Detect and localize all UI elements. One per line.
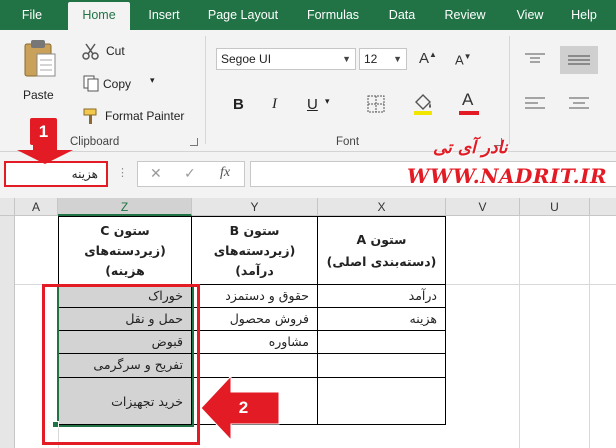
header-y-line2: (زیردسته‌های [213, 243, 296, 258]
increase-font-size-icon[interactable]: A▲ [419, 50, 437, 67]
font-size-dropdown[interactable]: 12 ▼ [359, 48, 407, 70]
align-left-icon[interactable] [524, 96, 546, 112]
borders-icon[interactable] [366, 94, 386, 114]
column-header-z[interactable]: Z [58, 198, 192, 216]
cancel-icon[interactable]: ✕ [150, 165, 162, 182]
column-header-next[interactable] [590, 198, 616, 216]
cell-x-1[interactable]: درآمد [318, 285, 446, 308]
watermark-fa: نادر آی تی [433, 138, 508, 158]
header-cell-x[interactable]: ستون A (دسته‌بندی اصلی) [318, 216, 446, 285]
tab-page-layout[interactable]: Page Layout [203, 0, 283, 30]
gridline [519, 216, 520, 448]
header-x-line1: ستون A [356, 232, 407, 247]
format-painter-button[interactable]: Format Painter [105, 109, 184, 123]
chevron-down-icon: ▼ [342, 54, 351, 64]
bold-button[interactable]: B [233, 96, 244, 113]
clipboard-group-label: Clipboard [70, 136, 120, 148]
header-y-line1: ستون B [229, 223, 280, 238]
copy-button[interactable]: Copy [103, 77, 131, 91]
annotation-arrow-down-icon [17, 142, 73, 164]
cell-x-4[interactable] [318, 354, 446, 378]
tab-home[interactable]: Home [68, 2, 130, 30]
font-color-button[interactable]: A [459, 90, 479, 116]
column-header-v[interactable]: V [446, 198, 520, 216]
tab-help[interactable]: Help [566, 0, 602, 30]
row-header-strip [0, 216, 15, 448]
underline-dropdown-icon[interactable]: ▾ [325, 96, 330, 107]
header-z-line1: ستون C [100, 223, 150, 238]
font-group-label: Font [336, 136, 360, 148]
paste-icon [24, 40, 56, 77]
column-header-a[interactable]: A [15, 198, 58, 216]
fill-color-icon[interactable] [412, 92, 434, 116]
check-icon[interactable]: ✓ [184, 165, 196, 182]
align-middle-icon [568, 55, 590, 65]
tab-review[interactable]: Review [440, 0, 490, 30]
name-box[interactable]: هزینه [4, 161, 108, 187]
font-name-value: Segoe UI [221, 52, 272, 66]
font-size-value: 12 [364, 52, 378, 66]
clipboard-launcher-icon[interactable] [190, 138, 198, 146]
copy-icon [83, 75, 99, 92]
header-x-line2: (دسته‌بندی اصلی) [326, 254, 437, 269]
tab-view[interactable]: View [510, 0, 550, 30]
gridline [589, 216, 590, 448]
select-all-corner[interactable] [0, 198, 15, 216]
copy-dropdown-icon[interactable]: ▾ [150, 75, 155, 86]
ribbon-tab-bar: File Home Insert Page Layout Formulas Da… [0, 0, 616, 30]
font-name-dropdown[interactable]: Segoe UI ▼ [216, 48, 356, 70]
cut-icon [82, 43, 99, 60]
cell-y-3[interactable]: مشاوره [192, 331, 318, 354]
cut-button[interactable]: Cut [106, 44, 125, 58]
header-cell-z[interactable]: ستون C (زیردسته‌های هزینه) [58, 216, 192, 285]
tab-data[interactable]: Data [384, 0, 420, 30]
italic-button[interactable]: I [272, 96, 277, 113]
drag-handle-icon[interactable]: ⋮ [117, 166, 128, 179]
ribbon-home: Paste Cut Copy ▾ Format Painter Clipboar… [0, 30, 616, 152]
column-header-u[interactable]: U [520, 198, 590, 216]
font-color-letter: A [462, 90, 474, 109]
tab-insert[interactable]: Insert [142, 0, 186, 30]
align-top-icon[interactable] [524, 52, 546, 68]
column-header-y[interactable]: Y [192, 198, 318, 216]
header-z-line3: هزینه) [105, 263, 145, 278]
header-z-line2: (زیردسته‌های [84, 243, 166, 258]
cell-y-1[interactable]: حقوق و دستمزد [192, 285, 318, 308]
tab-formulas[interactable]: Formulas [302, 0, 364, 30]
annotation-badge-1: 1 [30, 118, 57, 145]
paste-button[interactable]: Paste [18, 38, 62, 104]
align-center-icon[interactable] [568, 96, 590, 112]
annotation-box-column-z [42, 284, 200, 445]
cell-x-3[interactable] [318, 331, 446, 354]
font-color-swatch [459, 111, 479, 115]
cell-x-5[interactable] [318, 378, 446, 425]
format-painter-icon [83, 108, 97, 124]
decrease-font-size-icon[interactable]: A▼ [455, 52, 472, 67]
paste-label: Paste [23, 88, 54, 102]
annotation-badge-2: 2 [230, 394, 257, 421]
formula-controls: ✕ ✓ fx [137, 161, 245, 187]
column-header-x[interactable]: X [318, 198, 446, 216]
underline-button[interactable]: U [307, 96, 318, 113]
chevron-down-icon: ▼ [393, 54, 402, 64]
cell-x-2[interactable]: هزینه [318, 308, 446, 331]
align-middle-button[interactable] [560, 46, 598, 74]
watermark-url: WWW.NADRIT.IR [407, 164, 608, 188]
cell-y-2[interactable]: فروش محصول [192, 308, 318, 331]
header-y-line3: درآمد) [235, 263, 274, 278]
divider [509, 36, 510, 144]
insert-function-button[interactable]: fx [220, 165, 230, 181]
divider [205, 36, 206, 144]
tab-file[interactable]: File [14, 0, 50, 30]
header-cell-y[interactable]: ستون B (زیردسته‌های درآمد) [192, 216, 318, 285]
